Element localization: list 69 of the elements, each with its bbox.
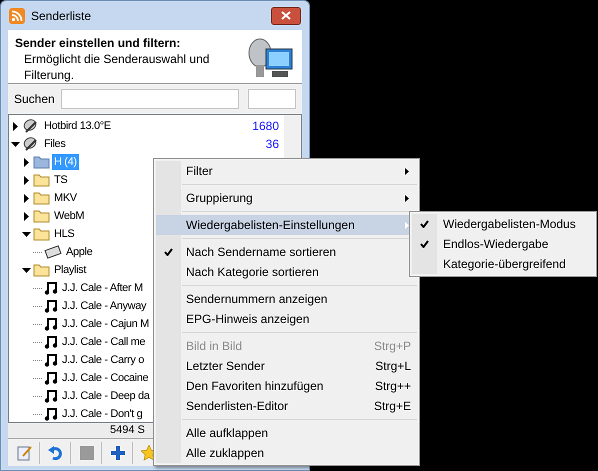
collapse-arrow-icon[interactable] bbox=[11, 140, 20, 148]
tree-item[interactable]: HLS bbox=[52, 226, 76, 242]
menu-item[interactable]: EPG-Hinweis anzeigen bbox=[156, 309, 417, 329]
expand-arrow-icon[interactable] bbox=[22, 158, 31, 166]
collapse-arrow-icon[interactable] bbox=[22, 266, 31, 274]
channel-count: 36 bbox=[266, 136, 279, 153]
expand-arrow-icon[interactable] bbox=[11, 122, 20, 130]
close-icon bbox=[281, 11, 291, 20]
tree-item[interactable]: J.J. Cale - Cajun M bbox=[60, 316, 151, 332]
tree-item[interactable]: Hotbird 13.0°E bbox=[42, 118, 113, 134]
tree-item[interactable]: Files bbox=[42, 136, 68, 152]
menu-item[interactable]: Alle aufklappen bbox=[156, 423, 417, 443]
folder-icon bbox=[33, 209, 50, 223]
music-note-icon bbox=[44, 317, 58, 331]
tree-item[interactable]: J.J. Cale - Cocaine bbox=[60, 370, 150, 386]
music-note-icon bbox=[44, 353, 58, 367]
channel-count: 1680 bbox=[252, 118, 279, 135]
folder-icon bbox=[33, 173, 50, 187]
folder-icon bbox=[33, 263, 50, 277]
tree-item[interactable]: J.J. Cale - Deep da bbox=[60, 388, 152, 404]
music-note-icon bbox=[44, 371, 58, 385]
tree-item[interactable]: WebM bbox=[52, 208, 86, 224]
undo-icon bbox=[48, 444, 64, 460]
expand-arrow-icon[interactable] bbox=[22, 212, 31, 220]
menu-item[interactable]: Alle zuklappen bbox=[156, 443, 417, 463]
window-title: Senderliste bbox=[31, 8, 92, 24]
menu-item[interactable]: Den Favoriten hinzufügen Strg++ bbox=[156, 376, 417, 396]
tree-item[interactable]: J.J. Cale - Anyway bbox=[60, 298, 148, 314]
menu-item[interactable]: Kategorie-übergreifend bbox=[412, 254, 594, 274]
rss-icon bbox=[9, 8, 25, 24]
menu-item[interactable]: Gruppierung bbox=[156, 188, 417, 208]
tree-item[interactable]: J.J. Cale - After M bbox=[60, 280, 145, 296]
folder-icon bbox=[33, 227, 50, 241]
plus-icon bbox=[110, 444, 126, 460]
tree-item[interactable]: TS bbox=[52, 172, 70, 188]
expand-arrow-icon[interactable] bbox=[22, 176, 31, 184]
submenu-arrow-icon bbox=[405, 194, 409, 202]
tree-item[interactable]: J.J. Cale - Call me bbox=[60, 334, 148, 350]
tree-item[interactable]: J.J. Cale - Don't g bbox=[60, 406, 144, 422]
music-note-icon bbox=[44, 407, 58, 421]
menu-item[interactable]: Sendernummern anzeigen bbox=[156, 289, 417, 309]
folder-icon bbox=[33, 191, 50, 205]
music-note-icon bbox=[44, 389, 58, 403]
menu-item[interactable]: Senderlisten-Editor Strg+E bbox=[156, 396, 417, 416]
music-note-icon bbox=[44, 299, 58, 313]
menu-item[interactable]: Endlos-Wiedergabe bbox=[412, 234, 594, 254]
close-button[interactable] bbox=[271, 6, 301, 24]
header-description: Ermöglicht die Senderauswahl und Filterung. bbox=[23, 51, 210, 83]
tree-item[interactable]: J.J. Cale - Carry o bbox=[60, 352, 146, 368]
folder-icon bbox=[33, 155, 50, 169]
submenu-arrow-icon bbox=[405, 222, 409, 228]
status-text: 5494 S bbox=[110, 423, 145, 438]
tree-item[interactable]: MKV bbox=[52, 190, 79, 206]
search-label: Suchen bbox=[14, 91, 55, 108]
music-note-icon bbox=[44, 281, 58, 295]
collapse-arrow-icon[interactable] bbox=[22, 230, 31, 238]
music-note-icon bbox=[44, 335, 58, 349]
stop-icon bbox=[78, 444, 94, 460]
edit-icon bbox=[16, 444, 32, 460]
tree-item[interactable]: Playlist bbox=[52, 262, 88, 278]
menu-item[interactable]: Letzter Sender Strg+L bbox=[156, 356, 417, 376]
expand-arrow-icon[interactable] bbox=[22, 194, 31, 202]
menu-item[interactable]: Filter bbox=[156, 161, 417, 181]
header-title: Sender einstellen und filtern: bbox=[15, 35, 182, 51]
search-field[interactable] bbox=[60, 89, 239, 109]
filter-field[interactable] bbox=[248, 89, 296, 109]
film-icon bbox=[44, 245, 62, 259]
submenu-arrow-icon bbox=[405, 168, 409, 174]
tree-item[interactable]: Apple bbox=[64, 244, 94, 260]
